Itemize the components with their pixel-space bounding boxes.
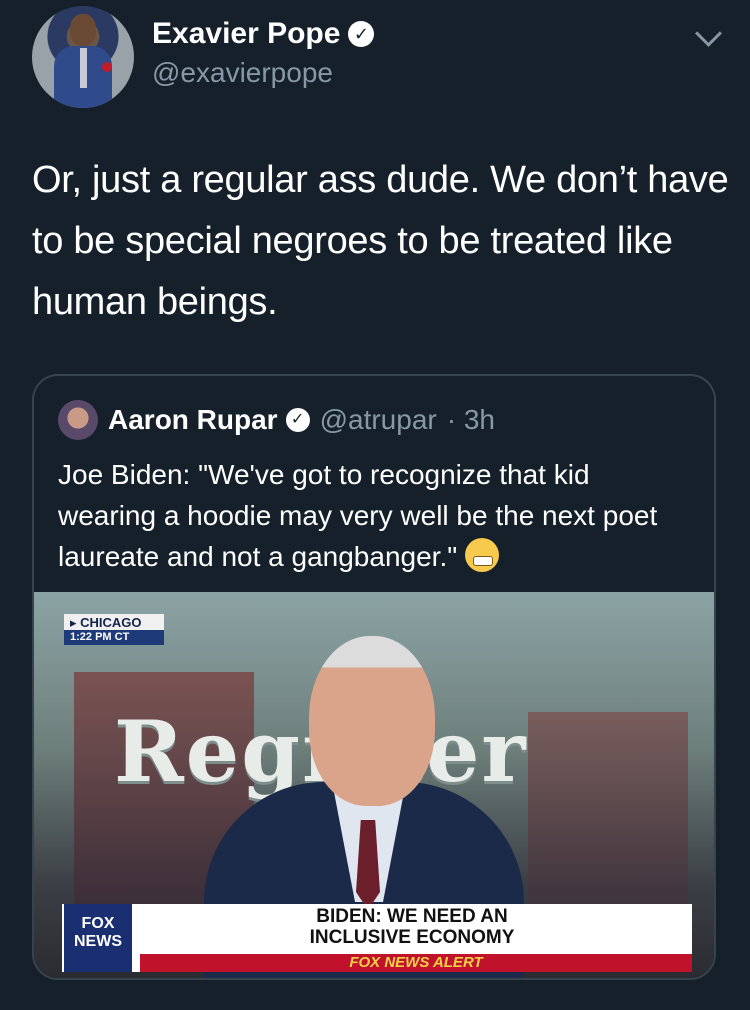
quoted-tweet-card[interactable]: Aaron Rupar ✓ @atrupar · 3h Joe Biden: "… [32, 374, 716, 980]
author-handle[interactable]: @exavierpope [152, 56, 374, 90]
avatar-tie [80, 48, 87, 88]
quoted-author-handle: @atrupar [319, 404, 437, 435]
chevron-down-icon[interactable] [695, 20, 722, 47]
fox-news-alert-bar: FOX NEWS ALERT [140, 954, 692, 972]
news-headline-line2: INCLUSIVE ECONOMY [309, 927, 515, 948]
avatar-face [70, 14, 96, 46]
location-bug-city-text: CHICAGO [80, 615, 142, 630]
speaker-head [309, 636, 435, 806]
verified-badge-icon: ✓ [348, 21, 375, 47]
fox-news-logo: FOX NEWS [64, 904, 132, 972]
quoted-tweet-text: Joe Biden: "We've got to recognize that … [58, 454, 688, 577]
location-bug: ▸ CHICAGO 1:22 PM CT [64, 614, 164, 645]
grimacing-face-icon [465, 538, 500, 572]
quoted-tweet-time: · 3h [446, 404, 495, 435]
location-bug-city: ▸ CHICAGO [70, 615, 142, 630]
tweet-text: Or, just a regular ass dude. We don’t ha… [32, 159, 729, 323]
tweet-header: Exavier Pope ✓ @exavierpope [32, 6, 726, 108]
author-display-name-text[interactable]: Exavier Pope [152, 16, 340, 52]
quoted-author-avatar [58, 400, 98, 440]
quoted-author-name-text: Aaron Rupar [108, 404, 278, 435]
news-lower-third: FOX NEWS BIDEN: WE NEED AN INCLUSIVE ECO… [62, 904, 692, 972]
quoted-tweet-text-content: Joe Biden: "We've got to recognize that … [58, 459, 658, 572]
author-display-name[interactable]: Exavier Pope ✓ [152, 16, 375, 52]
news-headline: BIDEN: WE NEED AN INCLUSIVE ECONOMY [140, 906, 684, 948]
news-headline-line1: BIDEN: WE NEED AN [316, 906, 508, 927]
quoted-author-name: Aaron Rupar ✓ [108, 404, 310, 436]
location-bug-time: 1:22 PM CT [64, 630, 164, 645]
avatar-rose [102, 62, 112, 72]
author-avatar[interactable] [32, 6, 134, 108]
background-building-right [528, 712, 688, 932]
fox-news-logo-bottom: NEWS [74, 933, 122, 950]
quoted-tweet-video[interactable]: Register ▸ CHICAGO 1:22 PM CT FOX NEWS B… [34, 592, 714, 978]
quoted-tweet-header: Aaron Rupar ✓ @atrupar · 3h [58, 398, 495, 442]
author-name-block: Exavier Pope ✓ @exavierpope [152, 16, 375, 90]
fox-news-logo-top: FOX [81, 915, 115, 932]
quoted-verified-badge-icon: ✓ [285, 408, 310, 432]
